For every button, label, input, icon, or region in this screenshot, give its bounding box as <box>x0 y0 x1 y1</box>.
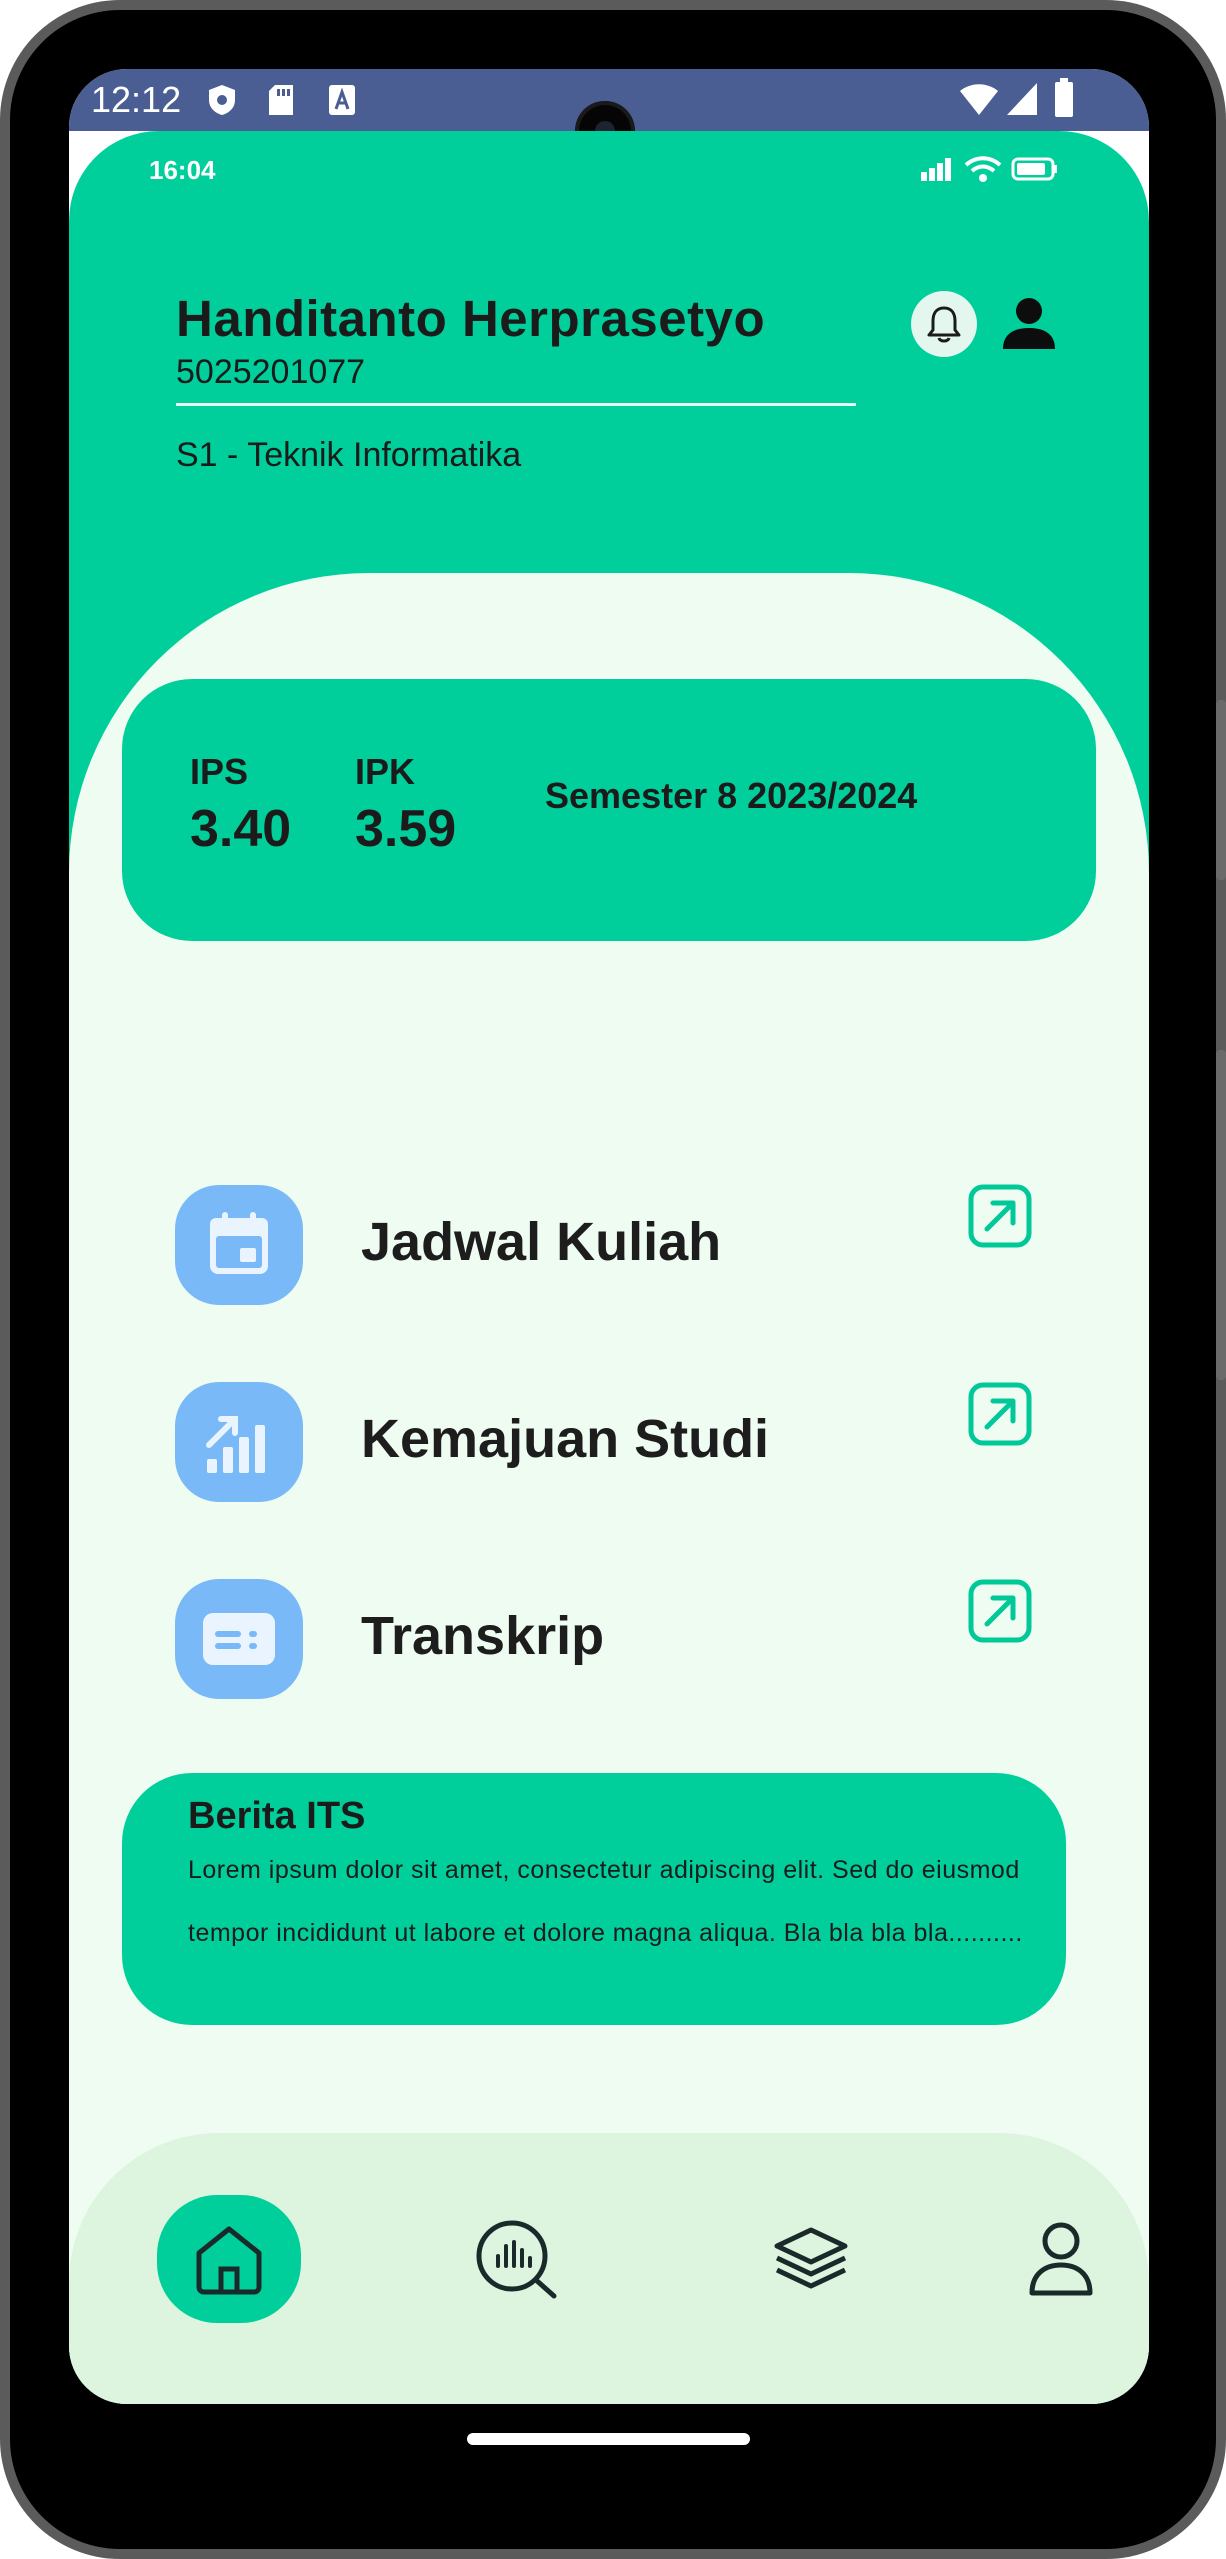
shield-icon <box>209 85 235 115</box>
menu-item-kemajuan-studi[interactable]: Kemajuan Studi <box>175 1382 975 1506</box>
font-a-icon <box>329 85 355 115</box>
external-link-icon[interactable] <box>967 1381 1033 1447</box>
profile-icon <box>1029 2222 1093 2296</box>
cell-signal-icon <box>1007 83 1037 115</box>
search-chart-icon <box>476 2220 557 2299</box>
notification-button[interactable] <box>911 291 977 357</box>
wifi-icon <box>960 84 998 115</box>
news-body: Lorem ipsum dolor sit amet, consectetur … <box>188 1856 1023 1947</box>
bell-icon <box>927 306 961 343</box>
ipk-value: 3.59 <box>355 800 457 858</box>
nav-layers[interactable] <box>739 2195 883 2323</box>
nav-profile[interactable] <box>989 2195 1133 2323</box>
document-card-icon <box>175 1579 303 1699</box>
menu-label: Transkrip <box>361 1606 605 1666</box>
volume-button <box>1216 700 1226 880</box>
signal-bars-icon <box>921 158 952 181</box>
app-status-time: 16:04 <box>149 155 216 185</box>
phone-screen: 12:12 16:04 Handitanto Herprasetyo 50252… <box>69 69 1149 2404</box>
wifi-icon <box>964 156 1001 182</box>
nav-home[interactable] <box>157 2195 301 2323</box>
user-name: Handitanto Herprasetyo <box>176 290 766 347</box>
battery-icon <box>1055 78 1073 117</box>
bottom-navigation <box>69 2133 1149 2404</box>
nav-statistics[interactable] <box>445 2195 589 2323</box>
external-link-icon[interactable] <box>967 1183 1033 1249</box>
battery-icon <box>1011 157 1057 181</box>
person-icon[interactable] <box>999 293 1059 353</box>
menu-item-jadwal-kuliah[interactable]: Jadwal Kuliah <box>175 1185 975 1309</box>
user-nrp: 5025201077 <box>176 353 366 391</box>
bar-chart-icon <box>175 1382 303 1502</box>
semester-label: Semester 8 2023/2024 <box>545 775 918 816</box>
ipk-label: IPK <box>355 751 416 792</box>
sd-card-icon <box>269 85 293 115</box>
news-card[interactable]: Berita ITS Lorem ipsum dolor sit amet, c… <box>122 1773 1066 2025</box>
menu-item-transkrip[interactable]: Transkrip <box>175 1579 975 1703</box>
home-icon <box>196 2226 262 2295</box>
menu-label: Jadwal Kuliah <box>361 1212 722 1272</box>
study-program: S1 - Teknik Informatika <box>176 436 522 474</box>
power-button <box>1216 1050 1226 1380</box>
layers-icon <box>774 2227 848 2289</box>
home-indicator[interactable] <box>467 2433 750 2445</box>
grade-summary-card: IPS 3.40 IPK 3.59 Semester 8 2023/2024 <box>122 679 1096 941</box>
ips-label: IPS <box>190 751 249 792</box>
news-title: Berita ITS <box>188 1795 366 1837</box>
header-divider <box>176 403 856 406</box>
calendar-icon <box>175 1185 303 1305</box>
ips-value: 3.40 <box>190 800 292 858</box>
menu-label: Kemajuan Studi <box>361 1409 770 1469</box>
app-status-icons <box>920 155 1059 183</box>
app-container: 16:04 Handitanto Herprasetyo 5025201077 … <box>69 131 1149 2404</box>
system-time: 12:12 <box>91 79 182 120</box>
external-link-icon[interactable] <box>967 1578 1033 1644</box>
